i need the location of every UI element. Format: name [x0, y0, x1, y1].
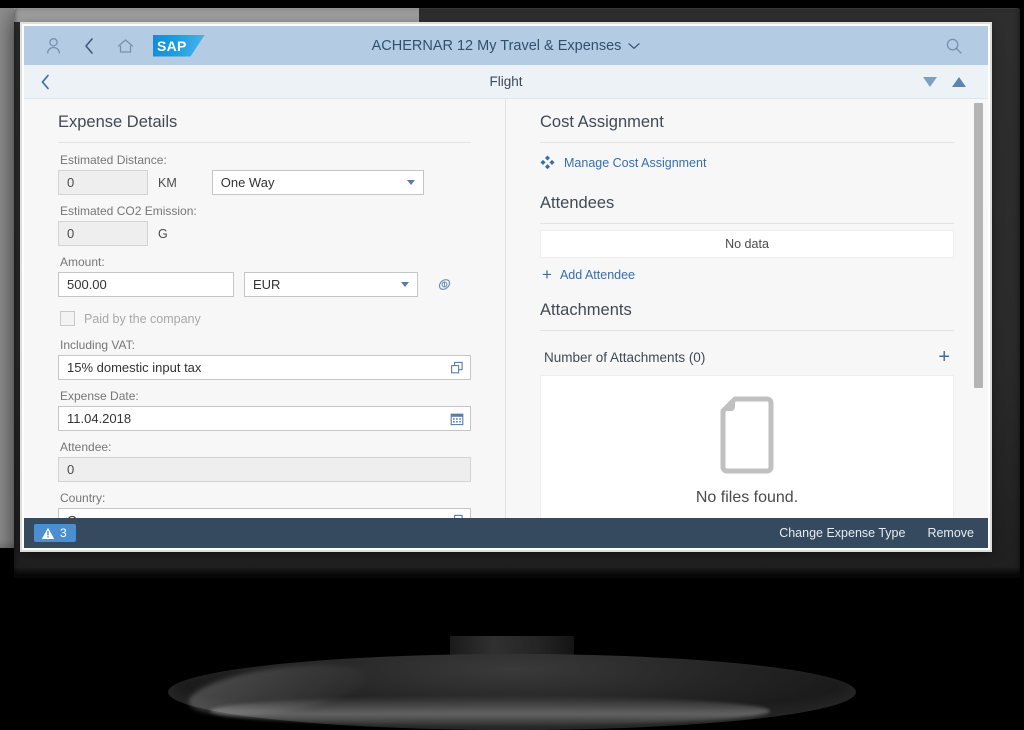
manage-cost-assignment-row[interactable]: Manage Cost Assignment — [528, 143, 966, 176]
home-icon[interactable] — [115, 36, 135, 56]
expense-details-title: Expense Details — [58, 113, 178, 131]
sap-logo-text: SAP — [157, 37, 187, 54]
change-expense-type-button[interactable]: Change Expense Type — [779, 526, 905, 540]
currency-value: EUR — [253, 277, 281, 292]
attendee-input[interactable]: 0 — [58, 457, 471, 482]
sap-logo[interactable]: SAP — [153, 34, 205, 57]
including-vat-input[interactable]: 15% domestic input tax — [58, 355, 471, 380]
footer-bar: 3 Change Expense Type Remove — [24, 518, 988, 548]
page-sub-header: Flight — [24, 65, 988, 99]
cost-assignment-panel: Cost Assignment Manage Cost Assignment A… — [506, 99, 988, 518]
country-label: Country: — [60, 491, 106, 505]
amount-label: Amount: — [60, 255, 105, 269]
attachments-title: Attachments — [540, 301, 632, 319]
vertical-scrollbar[interactable] — [974, 99, 986, 518]
footer-actions: Change Expense Type Remove — [779, 526, 974, 540]
cost-assignment-icon — [540, 155, 555, 170]
country-value: Germany — [67, 513, 120, 518]
content-area: Expense Details Estimated Distance: 0 KM… — [24, 99, 988, 518]
expense-details-form: Estimated Distance: 0 KM One Way Estimat… — [46, 143, 483, 518]
document-icon — [715, 395, 779, 475]
page-title: Flight — [489, 74, 523, 89]
search-icon[interactable] — [944, 36, 964, 56]
chevron-down-icon — [628, 42, 641, 49]
expense-date-input[interactable]: 11.04.2018 — [58, 406, 471, 431]
chevron-down-icon — [406, 180, 415, 185]
shell-bar-left-group: SAP — [24, 34, 205, 57]
expense-date-row: 11.04.2018 — [58, 406, 471, 431]
add-attachment-button[interactable]: + — [938, 347, 950, 367]
calendar-icon[interactable] — [450, 412, 464, 426]
estimated-co2-input[interactable]: 0 — [58, 221, 148, 246]
including-vat-row: 15% domestic input tax — [58, 355, 471, 380]
trip-type-value: One Way — [220, 175, 275, 190]
manage-cost-assignment-link[interactable]: Manage Cost Assignment — [564, 156, 706, 170]
shell-bar-right-group — [944, 36, 988, 56]
shell-title-label: ACHERNAR 12 My Travel & Expenses — [371, 37, 622, 54]
paid-by-company-checkbox[interactable] — [60, 311, 75, 326]
chevron-down-icon — [401, 282, 409, 287]
estimated-distance-unit: KM — [158, 175, 177, 190]
currency-select[interactable]: EUR — [244, 272, 418, 297]
message-count: 3 — [60, 526, 67, 540]
estimated-distance-label: Estimated Distance: — [60, 153, 167, 167]
remove-button[interactable]: Remove — [927, 526, 974, 540]
attendees-title: Attendees — [540, 194, 615, 212]
estimated-distance-input[interactable]: 0 — [58, 170, 148, 195]
estimated-distance-row: 0 KM One Way — [58, 170, 471, 195]
estimated-co2-unit: G — [158, 226, 168, 241]
value-help-icon[interactable] — [450, 514, 464, 518]
monitor-bottom-edge — [14, 568, 1020, 578]
fiori-application: SAP ACHERNAR 12 My Travel & Expenses Fli… — [24, 26, 988, 548]
currency-exchange-icon[interactable] — [436, 276, 453, 293]
divider — [540, 330, 954, 331]
attachments-header: Number of Attachments (0) + — [540, 341, 954, 376]
add-attendee-row[interactable]: + Add Attendee — [528, 258, 966, 283]
including-vat-label: Including VAT: — [60, 338, 135, 352]
estimated-co2-row: 0 G — [58, 221, 471, 246]
back-icon[interactable] — [79, 36, 99, 56]
vertical-scrollbar-thumb[interactable] — [974, 103, 983, 388]
paid-by-company-label: Paid by the company — [84, 311, 201, 326]
attachments-empty-state: No files found. — [540, 376, 954, 518]
shell-bar: SAP ACHERNAR 12 My Travel & Expenses — [24, 26, 988, 65]
including-vat-value: 15% domestic input tax — [67, 360, 202, 375]
attendee-row: 0 — [58, 457, 471, 482]
attendee-label: Attendee: — [60, 440, 112, 454]
expense-date-value: 11.04.2018 — [67, 411, 132, 426]
country-row: Germany — [58, 508, 471, 518]
warning-triangle-icon — [41, 527, 55, 540]
plus-icon: + — [542, 265, 552, 284]
scene: SAP ACHERNAR 12 My Travel & Expenses Fli… — [0, 0, 1024, 730]
expense-details-panel: Expense Details Estimated Distance: 0 KM… — [24, 99, 506, 518]
attachments-count-label: Number of Attachments (0) — [544, 349, 706, 365]
amount-row: 500.00 EUR — [58, 272, 471, 297]
shell-title-button[interactable]: ACHERNAR 12 My Travel & Expenses — [372, 38, 641, 54]
add-attendee-link[interactable]: Add Attendee — [560, 268, 635, 282]
estimated-co2-label: Estimated CO2 Emission: — [60, 204, 197, 218]
message-count-badge[interactable]: 3 — [34, 524, 76, 542]
value-help-icon[interactable] — [450, 361, 464, 375]
trip-type-select[interactable]: One Way — [211, 170, 424, 195]
paid-by-company-row[interactable]: Paid by the company — [60, 311, 471, 326]
attendees-no-data: No data — [540, 230, 954, 258]
cost-assignment-title: Cost Assignment — [540, 113, 664, 131]
expense-date-label: Expense Date: — [60, 389, 139, 403]
amount-input[interactable]: 500.00 — [58, 272, 234, 297]
divider — [540, 223, 954, 224]
monitor-top-cut — [14, 8, 419, 22]
country-input[interactable]: Germany — [58, 508, 471, 518]
person-icon[interactable] — [43, 36, 63, 56]
attachments-empty-text: No files found. — [695, 489, 799, 506]
